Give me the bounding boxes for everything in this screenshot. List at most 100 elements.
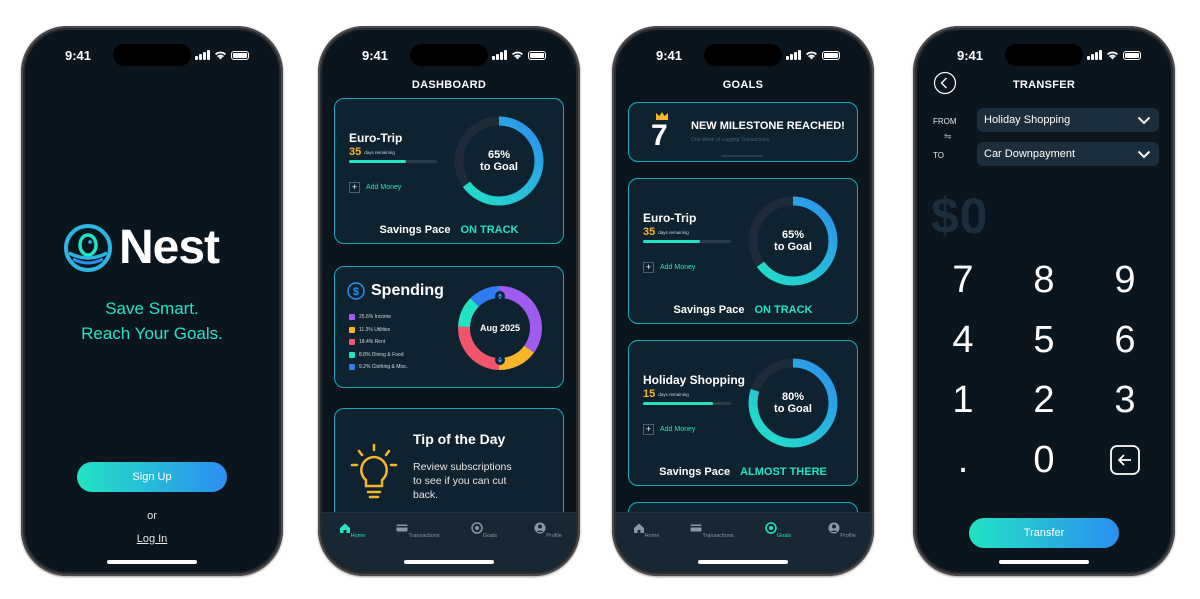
- goal-card-holiday-shopping[interactable]: Holiday Shopping 15 days remaining + Add M…: [628, 340, 858, 486]
- battery-icon: [1123, 51, 1141, 60]
- savings-pace: Savings Pace ON TRACK: [379, 224, 519, 236]
- add-money-button[interactable]: + Add Money: [643, 424, 695, 435]
- banner-handle: [721, 155, 763, 157]
- goal-card-euro-trip[interactable]: Euro-Trip 35 days remaining + Add Money 65…: [628, 178, 858, 324]
- goal-name: Euro-Trip: [643, 211, 697, 225]
- key-9[interactable]: 9: [1095, 260, 1155, 300]
- to-select[interactable]: Car Downpayment: [977, 142, 1159, 166]
- swap-icon[interactable]: ⇋: [944, 131, 952, 142]
- tab-goals[interactable]: Goals: [748, 522, 808, 539]
- backspace-icon[interactable]: [1110, 445, 1140, 475]
- from-label: FROM: [933, 117, 957, 126]
- tagline-line1: Save Smart.: [105, 299, 199, 318]
- goal-name: Holiday Shopping: [643, 373, 745, 387]
- status-time: 9:41: [65, 48, 92, 63]
- add-money-button[interactable]: + Add Money: [643, 262, 695, 273]
- battery-icon: [528, 51, 546, 60]
- card-icon: [396, 524, 408, 532]
- tab-profile[interactable]: Profile: [518, 522, 576, 539]
- legend-swatch: [349, 314, 355, 321]
- milestone-banner[interactable]: 7 NEW MILESTONE REACHED! One Week of Log…: [628, 102, 858, 162]
- goals-screen: 9:41 GOALS 7 NEW MILESTONE REACHED! One …: [616, 30, 870, 572]
- amount-display: $0: [931, 188, 989, 244]
- key-1[interactable]: 1: [933, 380, 993, 420]
- days-remaining: 35 days remaining: [349, 146, 395, 158]
- phone-dashboard: 9:41 DASHBOARD Euro-Trip 35 days remainin…: [318, 26, 580, 576]
- key-8[interactable]: 8: [1014, 260, 1074, 300]
- card-icon: [690, 524, 702, 532]
- sign-up-button[interactable]: Sign Up: [77, 462, 227, 492]
- status-bar: 9:41: [616, 48, 870, 64]
- tab-goals[interactable]: Goals: [454, 522, 514, 539]
- add-money-button[interactable]: + Add Money: [349, 182, 401, 193]
- status-bar: 9:41: [25, 48, 279, 64]
- from-select[interactable]: Holiday Shopping: [977, 108, 1159, 132]
- up-arrow-icon: [495, 291, 505, 301]
- tab-home[interactable]: Home: [322, 522, 382, 539]
- tab-home[interactable]: Home: [616, 522, 676, 539]
- signal-icon: [786, 50, 801, 60]
- key-0[interactable]: 0: [1014, 440, 1074, 480]
- legend-swatch: [349, 326, 355, 333]
- battery-icon: [231, 51, 249, 60]
- spending-legend: 25.6% Income 11.3% Utilities 18.4% Rent 8.8…: [349, 311, 408, 374]
- signal-icon: [195, 50, 210, 60]
- spending-title: Spending: [371, 282, 444, 299]
- home-icon: [633, 523, 644, 533]
- down-arrow-icon: [495, 355, 505, 365]
- goal-percent: 65% to Goal: [774, 229, 812, 253]
- days-remaining: 35 days remaining: [643, 226, 689, 238]
- legend-item: 25.6% Income: [349, 311, 408, 324]
- chevron-down-icon: [1137, 150, 1151, 159]
- legend-swatch: [349, 351, 355, 358]
- tab-profile[interactable]: Profile: [812, 522, 870, 539]
- legend-swatch: [349, 364, 355, 371]
- tab-transactions[interactable]: Transactions: [388, 522, 448, 539]
- key-3[interactable]: 3: [1095, 380, 1155, 420]
- status-bar: 9:41: [322, 48, 576, 64]
- nest-bird-icon: [64, 223, 112, 272]
- logo-text: Nest: [119, 221, 220, 274]
- legend-item: 9.2% Clothing & Misc.: [349, 361, 408, 374]
- key-2[interactable]: 2: [1014, 380, 1074, 420]
- page-title: GOALS: [722, 79, 764, 91]
- status-time: 9:41: [656, 48, 683, 63]
- milestone-number: 7: [651, 119, 668, 152]
- wifi-icon: [215, 51, 226, 60]
- home-indicator: [404, 560, 494, 564]
- tagline-line2: Reach Your Goals.: [81, 324, 223, 343]
- log-in-link[interactable]: Log In: [25, 533, 279, 545]
- transfer-screen: 9:41 TRANSFER FROM ⇋ TO Holiday Shopping…: [917, 30, 1171, 572]
- transfer-button[interactable]: Transfer: [969, 518, 1119, 548]
- wifi-icon: [806, 51, 817, 60]
- plus-icon: +: [643, 262, 654, 273]
- home-indicator: [107, 560, 197, 564]
- chevron-down-icon: [1137, 116, 1151, 125]
- goal-card-euro-trip[interactable]: Euro-Trip 35 days remaining + Add Money 65…: [334, 98, 564, 244]
- key-6[interactable]: 6: [1095, 320, 1155, 360]
- plus-icon: +: [643, 424, 654, 435]
- key-decimal[interactable]: .: [933, 440, 993, 480]
- svg-text:$: $: [353, 286, 359, 298]
- profile-icon: [828, 522, 840, 534]
- phone-transfer: 9:41 TRANSFER FROM ⇋ TO Holiday Shopping…: [913, 26, 1175, 576]
- target-icon: [765, 522, 777, 534]
- battery-icon: [822, 51, 840, 60]
- goal-progress-bar: [349, 160, 437, 163]
- spending-card[interactable]: $ Spending 25.6% Income 11.3% Utilities 18…: [334, 266, 564, 388]
- key-5[interactable]: 5: [1014, 320, 1074, 360]
- goal-percent: 80% to Goal: [774, 391, 812, 415]
- page-title: DASHBOARD: [411, 79, 487, 91]
- phone-welcome: 9:41 Nest Save Smart. Reach Your Goals. …: [21, 26, 283, 576]
- savings-pace: Savings Pace ALMOST THERE: [659, 466, 827, 478]
- legend-swatch: [349, 339, 355, 346]
- page-title: TRANSFER: [1012, 79, 1076, 91]
- tagline: Save Smart. Reach Your Goals.: [25, 296, 279, 346]
- key-4[interactable]: 4: [933, 320, 993, 360]
- savings-pace: Savings Pace ON TRACK: [673, 304, 813, 316]
- tab-transactions[interactable]: Transactions: [682, 522, 742, 539]
- lightbulb-icon: [350, 443, 398, 499]
- home-icon: [339, 523, 350, 533]
- key-7[interactable]: 7: [933, 260, 993, 300]
- phone-goals: 9:41 GOALS 7 NEW MILESTONE REACHED! One …: [612, 26, 874, 576]
